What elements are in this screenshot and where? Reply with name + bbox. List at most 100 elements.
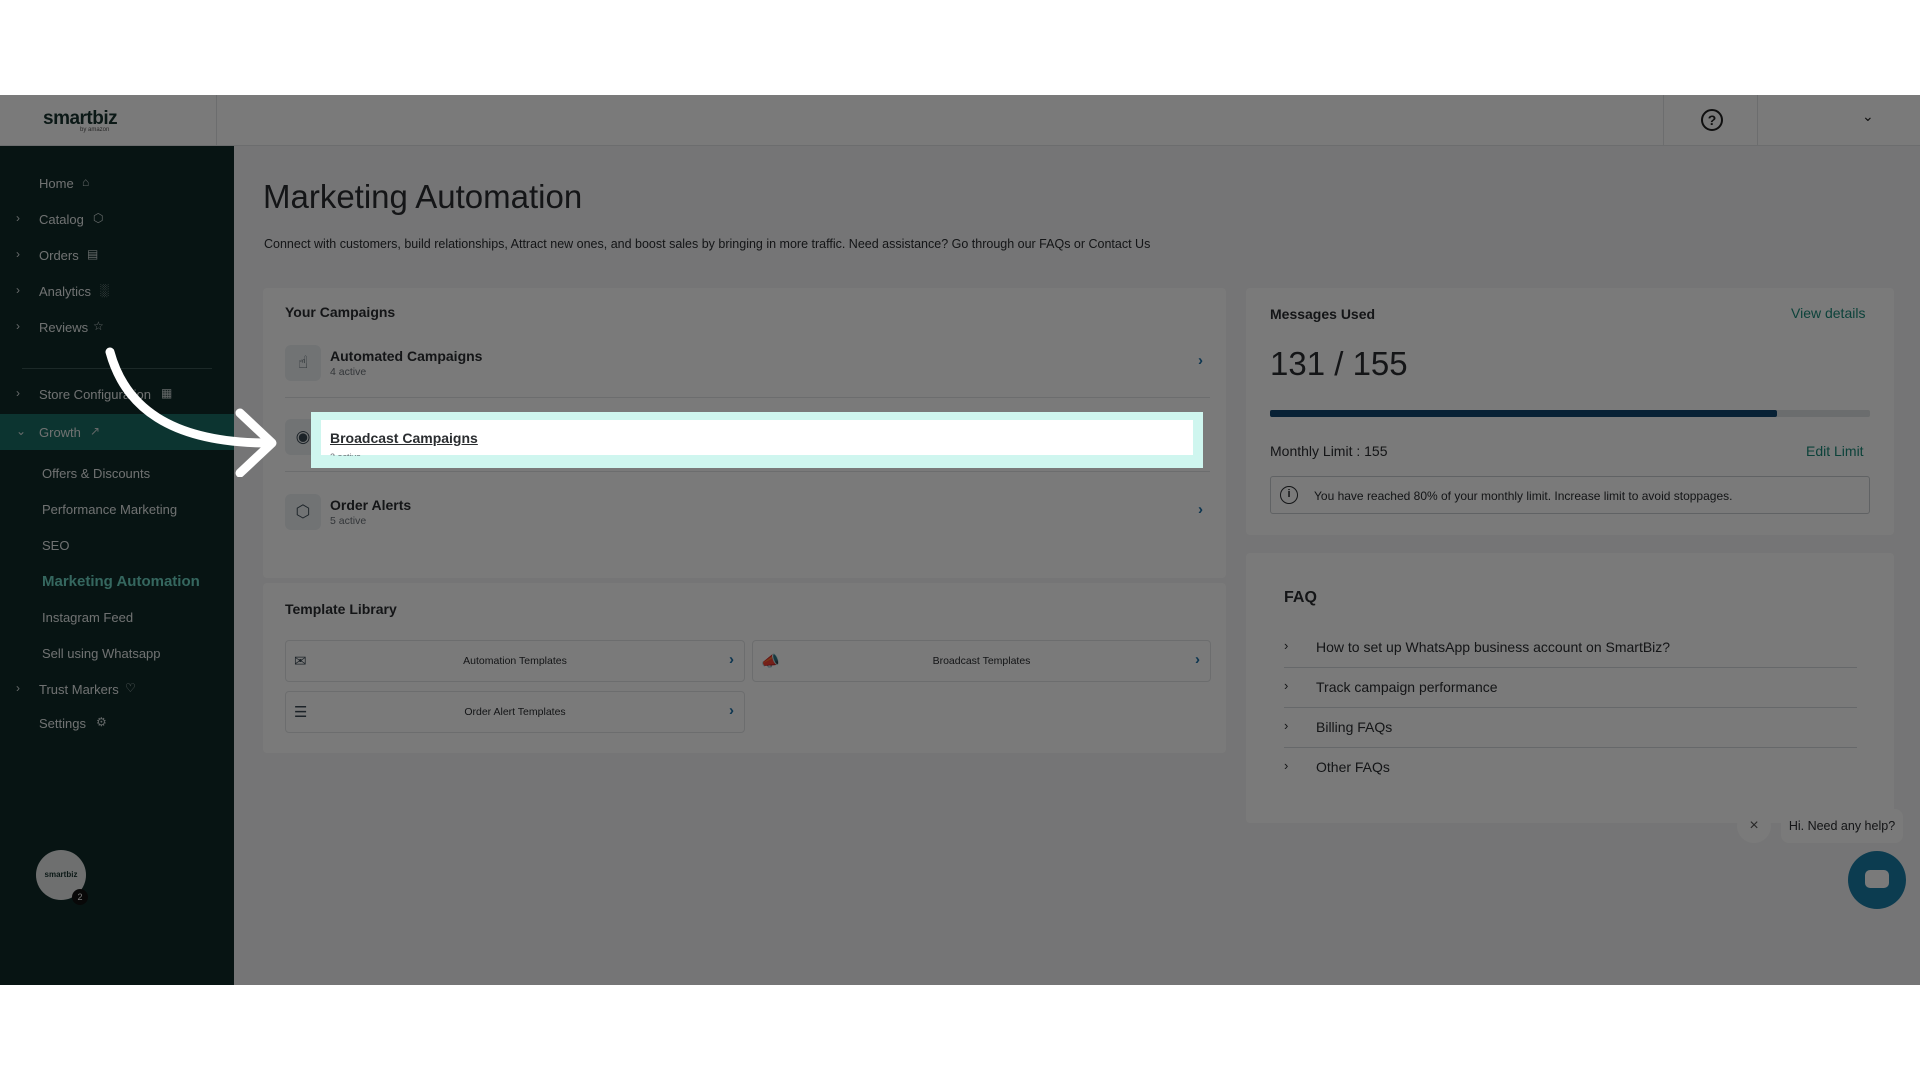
sidebar-item-home[interactable]: Home ⌂ [0,167,234,199]
chevron-right-icon: › [16,386,20,400]
campaign-row-automated[interactable]: ☝ Automated Campaigns 4 active › [285,338,1210,398]
sidebar-item-label: Growth [39,425,81,440]
campaigns-title: Your Campaigns [285,304,396,320]
chevron-right-icon: › [16,283,20,297]
messages-used-title: Messages Used [1270,306,1376,322]
help-button[interactable]: ? [1663,95,1758,146]
chevron-right-icon: › [16,319,20,333]
chevron-down-icon: ⌄ [16,424,27,438]
faq-question: How to set up WhatsApp business account … [1316,639,1671,655]
template-tile-broadcast[interactable]: 📣 Broadcast Templates › [752,640,1211,682]
clipboard-icon: ▤ [87,247,99,261]
messages-count: 131 / 155 [1270,345,1408,382]
chevron-right-icon: › [729,651,734,668]
chevron-right-icon: › [1198,352,1203,369]
template-library-card: Template Library ✉ Automation Templates … [263,583,1226,753]
sidebar-item-catalog[interactable]: › Catalog ⬡ [0,203,234,235]
template-label: Broadcast Templates [932,655,1031,667]
faq-card: FAQ › How to set up WhatsApp business ac… [1246,553,1894,823]
template-library-title: Template Library [285,601,397,617]
sidebar-item-analytics[interactable]: › Analytics ░ [0,275,234,307]
template-tile-automation[interactable]: ✉ Automation Templates › [285,640,745,682]
campaign-count: 5 active [330,515,367,527]
page-subtitle: Connect with customers, build relationsh… [264,237,1151,251]
limit-warning-text: You have reached 80% of your monthly lim… [1314,489,1733,503]
sidebar-item-label: Trust Markers [39,682,119,697]
logo-subtitle: by amazon [80,127,110,133]
logo-area[interactable]: smartbiz by amazon [0,95,217,146]
package-icon: ⬡ [285,494,321,530]
chevron-right-icon: › [16,681,20,695]
trend-up-icon: ↗ [90,424,101,438]
faq-item[interactable]: › Other FAQs [1284,748,1857,788]
campaign-count: 2 active [330,452,361,456]
sidebar-subitem-marketing-automation[interactable]: Marketing Automation [42,573,200,590]
info-icon: i [1280,486,1298,504]
chevron-right-icon: › [729,702,734,719]
chat-icon [1865,870,1889,888]
page-title: Marketing Automation [263,178,583,215]
tutorial-arrow [105,347,277,477]
sidebar: Home ⌂ › Catalog ⬡ › Orders ▤ › Analytic… [0,146,234,985]
chevron-right-icon: › [1195,651,1200,668]
template-label: Automation Templates [463,655,567,667]
sidebar-subitem-seo[interactable]: SEO [42,538,69,553]
faq-item[interactable]: › Billing FAQs [1284,708,1857,748]
campaign-count: 4 active [330,366,367,378]
hand-tap-icon: ☝ [285,345,321,381]
usage-progress-bar [1270,410,1870,417]
monthly-limit-text: Monthly Limit : 155 [1270,443,1388,459]
question-circle-icon: ? [1701,109,1723,131]
shield-heart-icon: ♡ [125,681,136,695]
campaign-name: Order Alerts [330,497,412,513]
sidebar-subitem-sell-whatsapp[interactable]: Sell using Whatsapp [42,646,161,661]
faq-question: Other FAQs [1316,759,1390,775]
spotlight-target-broadcast[interactable]: Broadcast Campaigns 2 active [321,420,1193,456]
edit-limit-link[interactable]: Edit Limit [1806,443,1864,459]
template-tile-order-alert[interactable]: ☰ Order Alert Templates › [285,691,745,733]
campaign-name: Automated Campaigns [330,348,483,364]
sidebar-item-label: Settings [39,716,86,731]
bar-chart-icon: ░ [100,283,109,297]
sidebar-item-settings[interactable]: Settings ⚙ [0,707,234,739]
sidebar-subitem-performance-marketing[interactable]: Performance Marketing [42,502,177,517]
close-icon[interactable]: × [1737,809,1771,843]
chevron-right-icon: › [16,247,20,261]
notification-badge: 2 [72,889,88,905]
sidebar-item-orders[interactable]: › Orders ▤ [0,239,234,271]
faq-item[interactable]: › Track campaign performance [1284,668,1857,708]
sidebar-item-reviews[interactable]: › Reviews ☆ [0,311,234,343]
sidebar-subitem-instagram-feed[interactable]: Instagram Feed [42,610,133,625]
sidebar-item-label: Catalog [39,212,84,227]
faq-item[interactable]: › How to set up WhatsApp business accoun… [1284,628,1857,668]
faq-question: Track campaign performance [1316,679,1498,695]
chat-greeting-bubble[interactable]: Hi. Need any help? [1781,809,1903,843]
chevron-right-icon: › [16,211,20,225]
sidebar-item-trust-markers[interactable]: › Trust Markers ♡ [0,673,234,705]
usage-progress-fill [1270,410,1778,417]
sidebar-item-label: Analytics [39,284,92,299]
sidebar-item-label: Home [39,176,74,191]
messages-used-card: Messages Used View details 131 / 155 Mon… [1246,288,1894,535]
sidebar-item-label: Orders [39,248,79,263]
chevron-down-icon[interactable]: ⌄ [1862,108,1874,125]
app-frame: smartbiz by amazon ? ⌄ Home ⌂ › Catalog … [0,95,1920,985]
template-label: Order Alert Templates [464,706,566,718]
top-bar: smartbiz by amazon ? ⌄ [0,95,1920,146]
faq-question: Billing FAQs [1316,719,1393,735]
sidebar-item-label: Reviews [39,320,89,335]
chevron-right-icon: › [1284,758,1289,773]
home-icon: ⌂ [82,175,90,189]
tutorial-spotlight: Broadcast Campaigns 2 active [311,412,1203,468]
faq-title: FAQ [1284,589,1317,606]
chevron-right-icon: › [1284,638,1289,653]
chat-launcher-button[interactable] [1848,851,1906,909]
box-icon: ⬡ [93,211,104,225]
campaign-row-order-alerts[interactable]: ⬡ Order Alerts 5 active › [285,487,1210,547]
chevron-right-icon: › [1284,678,1289,693]
view-details-link[interactable]: View details [1791,305,1865,321]
star-icon: ☆ [93,319,104,333]
gear-icon: ⚙ [96,715,107,729]
chevron-right-icon: › [1198,501,1203,518]
campaign-name: Broadcast Campaigns [330,430,478,446]
